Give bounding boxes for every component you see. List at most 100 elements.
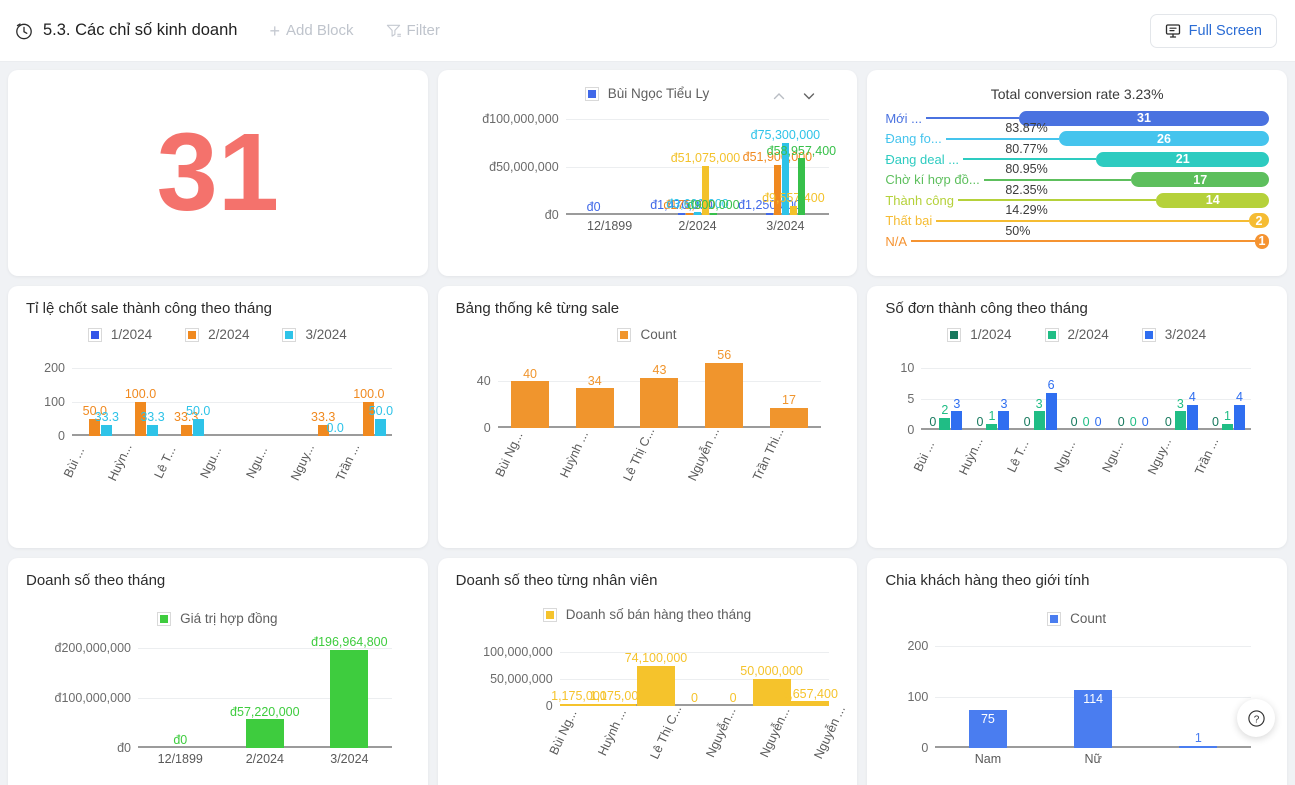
x-axis-ticks: Bùi Ng... Huỳnh ... Lê Thị C... Nguyễn ... T… [493, 425, 822, 494]
bar[interactable]: 50.0 [369, 404, 393, 436]
card-success-orders: Số đơn thành công theo tháng 1/2024 2/202… [867, 286, 1287, 548]
funnel-bar: 17 [1131, 172, 1269, 188]
chevron-down-icon[interactable] [801, 88, 817, 104]
bar[interactable]: 56 [705, 348, 744, 428]
help-button[interactable]: ? [1237, 699, 1275, 737]
chart-legend: Count [885, 611, 1269, 626]
legend-item[interactable]: Giá trị hợp đồng [157, 611, 278, 626]
bar[interactable]: 33.3 [140, 410, 165, 436]
add-block-label: Add Block [285, 22, 354, 39]
bar-group: 56 [692, 348, 757, 428]
funnel-bar: 2 [1248, 213, 1269, 229]
funnel-stage[interactable]: Mới ... 31 [885, 108, 1269, 129]
full-screen-label: Full Screen [1188, 22, 1262, 39]
x-axis-tick-label: Nguyễn... [756, 705, 793, 760]
bar[interactable]: 1 [986, 409, 998, 430]
legend-item[interactable]: 2/2024 [1044, 327, 1109, 342]
bar[interactable]: 74,100,000 [625, 651, 687, 706]
bar[interactable]: 8,657,400 [782, 687, 838, 706]
legend-swatch-icon [185, 327, 200, 342]
bar-value-label: 3 [1035, 396, 1043, 411]
legend-item[interactable]: 3/2024 [282, 327, 347, 342]
filter-button[interactable]: Filter [386, 22, 440, 39]
y-axis-tick-label: 50,000,000 [490, 672, 553, 686]
bar-value-label: đ57,220,000 [230, 704, 300, 719]
bar[interactable]: 50.0 [186, 404, 210, 436]
legend-item[interactable]: Count [617, 327, 677, 342]
legend-item[interactable]: Bùi Ngọc Tiểu Ly [584, 86, 710, 101]
bar[interactable]: 1,175,000 [551, 689, 607, 706]
bar[interactable]: 75 [968, 709, 1007, 748]
bar-group: 17 [757, 358, 822, 428]
chevron-up-icon[interactable] [771, 88, 787, 104]
bar[interactable]: 3 [951, 397, 963, 430]
legend-item[interactable]: 2/2024 [185, 327, 249, 342]
funnel-stage[interactable]: Thành công 14 [885, 190, 1269, 211]
full-screen-button[interactable]: Full Screen [1149, 13, 1277, 48]
bar[interactable]: 1 [1179, 731, 1218, 748]
add-block-button[interactable]: + Add Block [269, 22, 353, 40]
legend-swatch-icon [584, 86, 599, 101]
bar[interactable]: 6 [1045, 378, 1057, 430]
svg-text:?: ? [1253, 714, 1259, 725]
bar[interactable]: đ900,000 [687, 198, 740, 215]
card-close-rate: Tỉ lệ chốt sale thành công theo tháng 1/… [8, 286, 428, 548]
funnel-stage[interactable]: Thất bại 2 [885, 211, 1269, 232]
funnel-stage-label: Thất bại [885, 213, 933, 229]
bar[interactable]: 114 [1074, 689, 1113, 748]
bar-plot: 0 40 40 34 43 56 17 [477, 348, 822, 435]
chart-legend: 1/2024 2/2024 3/2024 [26, 327, 410, 342]
bar[interactable]: 1,175,000 [590, 689, 645, 706]
y-axis-tick-label: 100,000,000 [483, 645, 553, 659]
bar[interactable]: 40 [511, 367, 550, 428]
funnel-stage[interactable]: Chờ kí hợp đồ... 17 [885, 170, 1269, 191]
bar[interactable]: 3 [1033, 397, 1045, 430]
bar[interactable]: 3 [998, 397, 1010, 430]
bar[interactable]: đ57,220,000 [230, 705, 300, 748]
legend-label: 1/2024 [110, 327, 153, 342]
x-axis-ticks: 12/1899 2/2024 3/2024 [566, 219, 830, 233]
bar[interactable]: 1 [1221, 409, 1233, 430]
legend-item[interactable]: 3/2024 [1141, 327, 1206, 342]
bar[interactable]: đ175,000 [663, 198, 716, 215]
bar[interactable]: đ1,250,000 [738, 198, 801, 215]
legend-item[interactable]: Count [1047, 611, 1106, 626]
bar-value-label: 4 [1188, 390, 1196, 405]
bar-plot: đ0 đ100,000,000 đ200,000,000 đ0 đ57,220,000 đ… [55, 635, 392, 755]
legend-swatch-icon [1141, 327, 1156, 342]
bar[interactable]: đ9,557,400 [762, 191, 825, 215]
bar[interactable]: 43 [640, 363, 679, 428]
y-axis-tick-label: 200 [907, 639, 929, 653]
funnel-bar: 14 [1156, 192, 1269, 208]
bar[interactable]: 33.3 [174, 410, 198, 436]
bar[interactable]: 33.3 [95, 410, 119, 436]
funnel-stage-label: Chờ kí hợp đồ... [885, 172, 980, 188]
bar[interactable]: 2 [939, 403, 951, 430]
y-axis-tick-label: 5 [907, 392, 915, 406]
bar[interactable]: đ58,957,400 [767, 144, 836, 215]
legend-label: Bùi Ngọc Tiểu Ly [607, 86, 710, 101]
chart-legend: Doanh số bán hàng theo tháng [456, 607, 840, 622]
bar[interactable]: 3 [1174, 397, 1186, 430]
funnel-leader-line [926, 117, 1019, 120]
bar[interactable]: 34 [575, 374, 614, 428]
legend-swatch-icon [282, 327, 297, 342]
bar[interactable]: 4 [1186, 391, 1198, 430]
bar-value-label: 17 [782, 393, 796, 408]
fullscreen-icon [1165, 23, 1181, 39]
bar-plot: 0 50,000,000 100,000,000 1,175,000 1,175,000… [483, 645, 838, 713]
bar[interactable]: 17 [769, 394, 808, 428]
funnel-stage[interactable]: Đang deal ... 21 [885, 149, 1269, 170]
bar[interactable]: 4 [1233, 391, 1245, 430]
funnel-stage[interactable]: Đang fo... 26 [885, 129, 1269, 150]
legend-item[interactable]: 1/2024 [87, 327, 153, 342]
bar-value-label: 0 [1023, 415, 1031, 430]
bar[interactable]: đ1,470,000 [650, 198, 713, 215]
funnel-stage[interactable]: N/A 1 [885, 231, 1269, 252]
bar-value-label: 75 [980, 712, 995, 726]
legend-item[interactable]: Doanh số bán hàng theo tháng [542, 607, 751, 622]
funnel-body: Mới ... 31 83.87% Đang fo... 26 80.77% Đang de… [885, 108, 1269, 252]
funnel-leader-line [963, 158, 1097, 161]
legend-item[interactable]: 1/2024 [947, 327, 1012, 342]
bar[interactable]: đ196,964,800 [311, 635, 388, 748]
